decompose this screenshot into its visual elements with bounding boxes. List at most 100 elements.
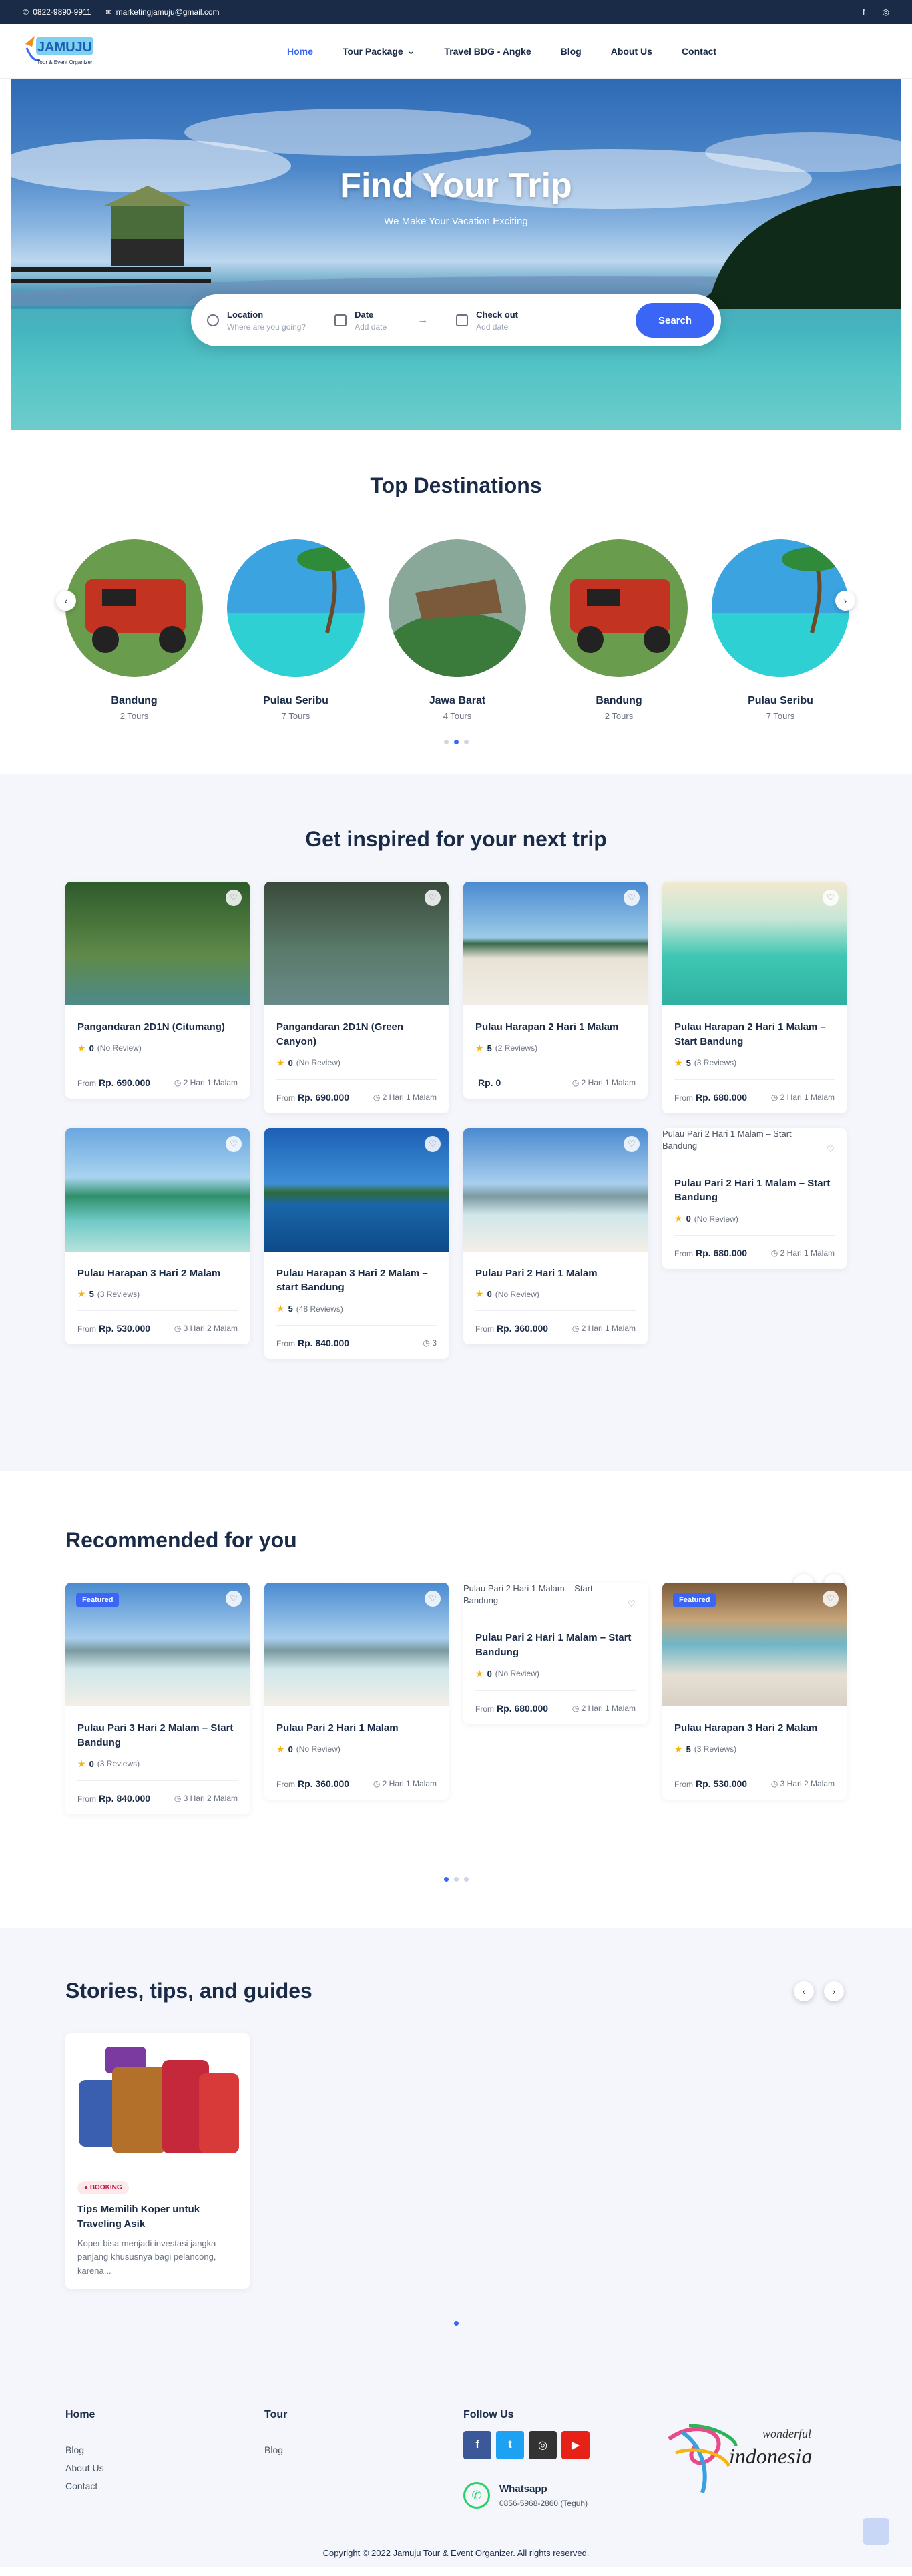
nav-blog[interactable]: Blog xyxy=(546,46,596,57)
footer-link-blog[interactable]: Blog xyxy=(65,2444,264,2455)
price-value: Rp. 360.000 xyxy=(298,1778,350,1789)
price-from: From xyxy=(276,1339,295,1348)
heart-icon[interactable]: ♡ xyxy=(624,1596,640,1612)
footer-link-contact[interactable]: Contact xyxy=(65,2481,264,2491)
phone-contact[interactable]: ✆ 0822-9890-9911 xyxy=(23,7,91,17)
pagination-dot[interactable] xyxy=(443,740,449,744)
pagination-dot-active[interactable] xyxy=(453,2321,459,2326)
checkout-field[interactable]: Check out Add date xyxy=(440,294,530,346)
tour-price: From Rp. 680.000 xyxy=(674,1248,747,1258)
footer-home-column: Home Blog About Us Contact xyxy=(65,2409,264,2509)
pagination-dot[interactable] xyxy=(463,740,469,744)
tour-card[interactable]: ♡ Pulau Pari 2 Hari 1 Malam ★ 0 (No Review… xyxy=(264,1583,449,1800)
facebook-icon[interactable]: f xyxy=(463,2431,491,2459)
heart-icon[interactable]: ♡ xyxy=(624,890,640,906)
carousel-prev-button[interactable]: ‹ xyxy=(56,591,76,611)
date-label: Date xyxy=(355,309,374,320)
email-contact[interactable]: ✉ marketingjamuju@gmail.com xyxy=(105,7,219,17)
nav-about-us[interactable]: About Us xyxy=(596,46,667,57)
price-value: Rp. 690.000 xyxy=(99,1077,151,1088)
tour-title[interactable]: Pulau Harapan 2 Hari 1 Malam xyxy=(475,1020,636,1035)
tour-title[interactable]: Pulau Harapan 3 Hari 2 Malam xyxy=(77,1266,238,1281)
pagination-dot-active[interactable] xyxy=(443,1877,449,1882)
destination-card[interactable]: Bandung 2 Tours xyxy=(550,539,688,721)
tour-duration: ◷ 2 Hari 1 Malam xyxy=(572,1078,636,1087)
tour-title[interactable]: Pangandaran 2D1N (Green Canyon) xyxy=(276,1020,437,1049)
tour-price: From Rp. 690.000 xyxy=(276,1092,349,1103)
heart-icon[interactable]: ♡ xyxy=(823,1141,839,1157)
twitter-icon[interactable]: t xyxy=(496,2431,524,2459)
location-field[interactable]: Location Where are you going? xyxy=(191,294,318,346)
tour-title[interactable]: Pulau Pari 2 Hari 1 Malam – Start Bandun… xyxy=(475,1631,636,1660)
facebook-icon[interactable]: f xyxy=(863,7,865,17)
destination-card[interactable]: Jawa Barat 4 Tours xyxy=(384,539,531,721)
heart-icon[interactable]: ♡ xyxy=(425,890,441,906)
tour-title[interactable]: Pangandaran 2D1N (Citumang) xyxy=(77,1020,238,1035)
tour-duration: ◷ 3 Hari 2 Malam xyxy=(771,1779,835,1788)
tour-title[interactable]: Pulau Pari 2 Hari 1 Malam – Start Bandun… xyxy=(674,1176,835,1206)
heart-icon[interactable]: ♡ xyxy=(823,1591,839,1607)
heart-icon[interactable]: ♡ xyxy=(624,1135,640,1152)
heart-icon[interactable]: ♡ xyxy=(226,890,242,906)
tour-title[interactable]: Pulau Harapan 3 Hari 2 Malam – start Ban… xyxy=(276,1266,437,1296)
heart-icon[interactable]: ♡ xyxy=(425,1591,441,1607)
date-placeholder: Add date xyxy=(355,322,387,332)
date-field[interactable]: Date Add date → xyxy=(318,294,440,346)
tour-card[interactable]: Pulau Pari 2 Hari 1 Malam – Start Bandun… xyxy=(463,1583,648,1724)
carousel-next-button[interactable]: › xyxy=(824,1981,844,2001)
jamuju-logo[interactable]: JAMUJU Tour & Event Organizer xyxy=(23,31,97,72)
tour-card[interactable]: ♡ Pulau Pari 2 Hari 1 Malam ★ 0 (No Review… xyxy=(463,1127,648,1345)
pagination-dot[interactable] xyxy=(463,1877,469,1882)
tour-price: From Rp. 690.000 xyxy=(77,1077,150,1088)
destination-card[interactable]: Pulau Seribu 7 Tours xyxy=(712,539,849,721)
nav-tour-package[interactable]: Tour Package ⌄ xyxy=(328,45,430,57)
heart-icon[interactable]: ♡ xyxy=(823,890,839,906)
back-to-top-button[interactable] xyxy=(863,2518,889,2545)
whatsapp-contact[interactable]: ✆ Whatsapp 0856-5968-2860 (Teguh) xyxy=(463,2482,662,2509)
tour-title[interactable]: Pulau Pari 2 Hari 1 Malam xyxy=(475,1266,636,1281)
tour-card[interactable]: ♡ Pulau Harapan 2 Hari 1 Malam ★ 5 (2 Revi… xyxy=(463,882,648,1099)
tour-card[interactable]: Pulau Pari 2 Hari 1 Malam – Start Bandun… xyxy=(662,1127,847,1269)
blog-post-title[interactable]: Tips Memilih Koper untuk Traveling Asik xyxy=(77,2202,238,2232)
review-count: (48 Reviews) xyxy=(296,1304,343,1314)
instagram-icon[interactable]: ◎ xyxy=(883,7,889,17)
footer-follow-column: Follow Us f t ◎ ▶ ✆ Whatsapp 0856-5968-2… xyxy=(463,2409,662,2509)
chevron-left-icon: ‹ xyxy=(64,595,68,606)
destination-card[interactable]: Pulau Seribu 7 Tours xyxy=(227,539,365,721)
heart-icon[interactable]: ♡ xyxy=(425,1135,441,1152)
heart-icon[interactable]: ♡ xyxy=(226,1591,242,1607)
tour-card[interactable]: ♡ Pangandaran 2D1N (Citumang) ★ 0 (No Revi… xyxy=(65,882,250,1099)
carousel-next-button[interactable]: › xyxy=(835,591,855,611)
heart-icon[interactable]: ♡ xyxy=(226,1135,242,1152)
carousel-prev-button[interactable]: ‹ xyxy=(794,1981,814,2001)
price-value: Rp. 690.000 xyxy=(298,1091,350,1103)
chevron-right-icon: › xyxy=(832,1986,836,1997)
blog-post-card[interactable]: ● BOOKING Tips Memilih Koper untuk Trave… xyxy=(65,2033,250,2289)
tour-title[interactable]: Pulau Pari 2 Hari 1 Malam xyxy=(276,1721,437,1736)
tour-title[interactable]: Pulau Harapan 3 Hari 2 Malam xyxy=(674,1721,835,1736)
tour-duration: ◷ 3 xyxy=(423,1338,437,1348)
tour-title[interactable]: Pulau Harapan 2 Hari 1 Malam – Start Ban… xyxy=(674,1020,835,1049)
pagination-dot-active[interactable] xyxy=(453,740,459,744)
search-button[interactable]: Search xyxy=(636,303,714,338)
tour-duration: ◷ 2 Hari 1 Malam xyxy=(771,1248,835,1258)
youtube-icon[interactable]: ▶ xyxy=(561,2431,590,2459)
footer-link-about-us[interactable]: About Us xyxy=(65,2463,264,2473)
footer-link-blog[interactable]: Blog xyxy=(264,2444,463,2455)
svg-text:JAMUJU: JAMUJU xyxy=(37,40,92,55)
price-value: Rp. 840.000 xyxy=(298,1338,350,1348)
tour-card[interactable]: Featured ♡ Pulau Harapan 3 Hari 2 Malam ★… xyxy=(662,1583,847,1800)
instagram-icon[interactable]: ◎ xyxy=(529,2431,557,2459)
destination-card[interactable]: Bandung 2 Tours xyxy=(65,539,203,721)
tour-card[interactable]: ♡ Pulau Harapan 3 Hari 2 Malam ★ 5 (3 Revi… xyxy=(65,1127,250,1345)
tour-title[interactable]: Pulau Pari 3 Hari 2 Malam – Start Bandun… xyxy=(77,1721,238,1750)
tour-card[interactable]: Featured ♡ Pulau Pari 3 Hari 2 Malam – St… xyxy=(65,1583,250,1814)
nav-home[interactable]: Home xyxy=(272,46,328,57)
tour-card[interactable]: ♡ Pulau Harapan 2 Hari 1 Malam – Start B… xyxy=(662,882,847,1113)
category-badge[interactable]: ● BOOKING xyxy=(77,2181,129,2194)
tour-card[interactable]: ♡ Pangandaran 2D1N (Green Canyon) ★ 0 (No … xyxy=(264,882,449,1113)
pagination-dot[interactable] xyxy=(453,1877,459,1882)
nav-contact[interactable]: Contact xyxy=(667,46,731,57)
nav-travel-bdg-angke[interactable]: Travel BDG - Angke xyxy=(429,46,545,57)
tour-card[interactable]: ♡ Pulau Harapan 3 Hari 2 Malam – start B… xyxy=(264,1127,449,1359)
